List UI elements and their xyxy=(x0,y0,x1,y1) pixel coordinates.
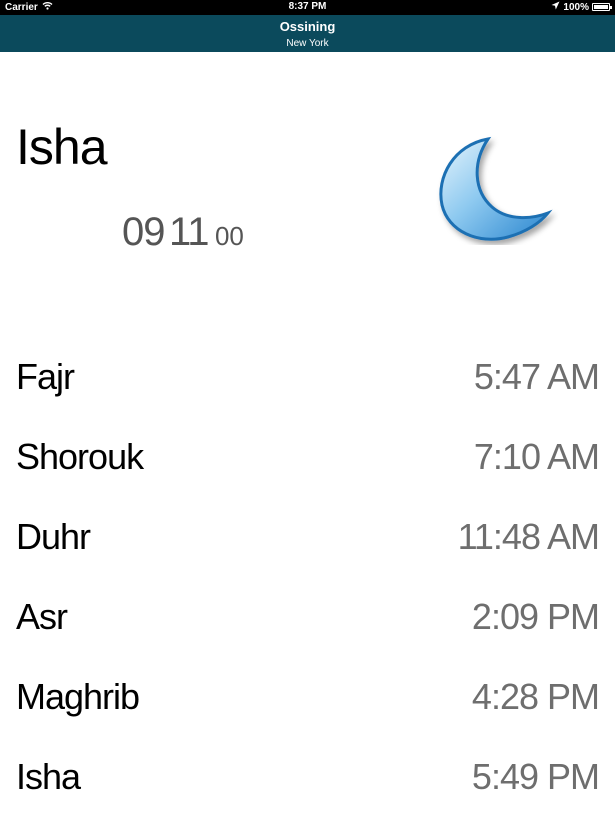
location-arrow-icon xyxy=(551,1,560,13)
prayer-time: 5:47 AM xyxy=(473,356,600,397)
moon-icon xyxy=(430,135,560,245)
status-bar: Carrier 8:37 PM 100% xyxy=(0,0,615,15)
prayer-name: Duhr xyxy=(16,516,91,557)
prayer-name: Isha xyxy=(16,756,81,797)
prayer-time: 4:28 PM xyxy=(471,676,600,717)
prayer-time: 5:49 PM xyxy=(471,756,600,797)
countdown-timer: 09 11 00 xyxy=(122,210,244,255)
prayer-name: Maghrib xyxy=(16,676,140,717)
prayer-name: Asr xyxy=(16,596,68,637)
state-subtitle: New York xyxy=(286,38,329,49)
prayer-time: 2:09 PM xyxy=(471,596,600,637)
prayer-times-list: Fajr 5:47 AM Shorouk 7:10 AM Duhr 11:48 AM Asr… xyxy=(0,338,615,818)
prayer-row-asr: Asr 2:09 PM xyxy=(0,578,615,658)
prayer-row-shorouk: Shorouk 7:10 AM xyxy=(0,418,615,498)
countdown-minutes: 11 xyxy=(168,210,210,254)
battery-icon xyxy=(592,3,612,11)
prayer-name: Shorouk xyxy=(16,436,144,477)
city-title: Ossining xyxy=(279,19,336,34)
battery-group: 100% xyxy=(551,1,612,13)
nav-bar: Ossining New York xyxy=(0,15,615,52)
prayer-row-maghrib: Maghrib 4:28 PM xyxy=(0,658,615,738)
countdown-seconds: 00 xyxy=(214,221,244,251)
prayer-row-isha: Isha 5:49 PM xyxy=(0,738,615,818)
prayer-time: 11:48 AM xyxy=(457,516,600,557)
prayer-name: Fajr xyxy=(16,356,75,397)
prayer-time: 7:10 AM xyxy=(473,436,600,477)
prayer-row-fajr: Fajr 5:47 AM xyxy=(0,338,615,418)
countdown-hours: 09 xyxy=(122,210,165,254)
prayer-row-duhr: Duhr 11:48 AM xyxy=(0,498,615,578)
current-prayer-name: Isha xyxy=(16,119,108,175)
status-time: 8:37 PM xyxy=(288,1,327,12)
battery-percent: 100% xyxy=(563,1,589,13)
